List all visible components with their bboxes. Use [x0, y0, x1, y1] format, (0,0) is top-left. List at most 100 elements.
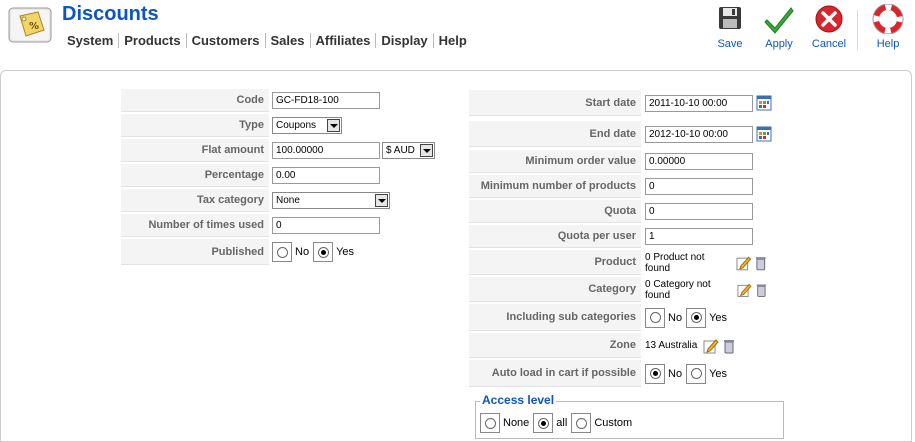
code-row: Code GC-FD18-100 [121, 89, 451, 112]
cancel-button[interactable]: Cancel [804, 4, 854, 50]
access-custom-radio[interactable] [571, 413, 592, 433]
calendar-icon[interactable] [756, 95, 772, 111]
quota-input[interactable]: 0 [645, 203, 753, 220]
header-bar: % Discounts System Products Customers Sa… [0, 0, 915, 62]
product-label: Product [469, 250, 641, 275]
access-all-label: all [556, 417, 568, 429]
apply-button[interactable]: Apply [754, 4, 804, 50]
times-used-row: Number of times used 0 [121, 214, 451, 237]
published-yes-label: Yes [336, 246, 355, 258]
dropdown-arrow-icon [375, 194, 388, 207]
quota-row: Quota 0 [469, 200, 769, 223]
min-order-row: Minimum order value 0.00000 [469, 150, 769, 173]
trash-icon[interactable] [753, 255, 769, 271]
sub-categories-yes-radio[interactable] [686, 307, 707, 328]
access-level-fieldset: Access level None all Custom [475, 393, 784, 439]
save-button[interactable]: Save [705, 4, 755, 50]
access-none-label: None [503, 417, 530, 429]
tax-category-row: Tax category None [121, 189, 451, 212]
product-value: 0 Product not found [645, 251, 705, 274]
published-yes-radio[interactable] [313, 242, 334, 262]
quota-per-user-input[interactable]: 1 [645, 228, 753, 245]
edit-icon[interactable] [703, 338, 719, 354]
end-date-label: End date [469, 121, 641, 147]
quota-per-user-label: Quota per user [469, 225, 641, 248]
sub-categories-yes-label: Yes [709, 311, 728, 324]
auto-load-yes-radio[interactable] [686, 363, 707, 384]
toolbar-divider [857, 10, 858, 50]
checkmark-icon [764, 7, 794, 34]
min-products-label: Minimum number of products [469, 175, 641, 198]
trash-icon[interactable] [754, 282, 769, 298]
code-input[interactable]: GC-FD18-100 [272, 92, 380, 109]
lifebuoy-icon [872, 4, 904, 34]
calendar-icon[interactable] [756, 126, 772, 142]
currency-select[interactable]: $ AUD [382, 142, 435, 159]
cancel-label: Cancel [811, 38, 847, 50]
dropdown-arrow-icon [327, 119, 340, 132]
percentage-row: Percentage 0.00 [121, 164, 451, 187]
code-label: Code [121, 89, 269, 112]
flat-amount-row: Flat amount 100.00000 $ AUD [121, 139, 451, 162]
apply-label: Apply [765, 38, 793, 50]
zone-value: 13 Australia [645, 340, 698, 351]
type-select[interactable]: Coupons [272, 117, 342, 134]
min-products-input[interactable]: 0 [645, 178, 753, 195]
dropdown-arrow-icon [420, 144, 433, 157]
help-label: Help [876, 38, 900, 50]
tax-category-select[interactable]: None [272, 192, 390, 209]
access-all-radio[interactable] [533, 413, 554, 433]
save-label: Save [717, 38, 743, 50]
start-date-input[interactable]: 2011-10-10 00:00 [645, 94, 753, 112]
published-no-radio[interactable] [272, 242, 292, 262]
content-panel: Code GC-FD18-100 Type Coupons Flat amoun… [0, 70, 912, 442]
times-used-label: Number of times used [121, 214, 269, 237]
end-date-input[interactable]: 2012-10-10 00:00 [645, 125, 753, 143]
times-used-input[interactable]: 0 [272, 217, 380, 234]
access-level-legend: Access level [480, 393, 557, 407]
end-date-row: End date 2012-10-10 00:00 [469, 121, 772, 147]
access-none-radio[interactable] [480, 413, 500, 433]
zone-label: Zone [469, 333, 641, 358]
access-custom-label: Custom [594, 417, 633, 429]
tax-category-value: None [276, 195, 300, 206]
min-order-label: Minimum order value [469, 150, 641, 173]
floppy-disk-icon [719, 7, 741, 29]
category-label: Category [469, 277, 641, 302]
toolbar: Save Apply Cancel Help [0, 4, 915, 60]
quota-label: Quota [469, 200, 641, 223]
help-button[interactable]: Help [863, 4, 913, 50]
min-products-row: Minimum number of products 0 [469, 175, 769, 198]
edit-icon[interactable] [737, 282, 752, 298]
zone-row: Zone 13 Australia [469, 333, 769, 358]
currency-value: $ AUD [386, 145, 415, 156]
type-row: Type Coupons [121, 114, 451, 137]
sub-categories-no-label: No [668, 311, 683, 324]
sub-categories-row: Including sub categories No Yes [469, 304, 769, 331]
percentage-input[interactable]: 0.00 [272, 167, 380, 184]
product-row: Product 0 Product not found [469, 250, 769, 275]
flat-amount-label: Flat amount [121, 139, 269, 162]
trash-icon[interactable] [721, 338, 737, 354]
percentage-label: Percentage [121, 164, 269, 187]
sub-categories-no-radio[interactable] [645, 307, 665, 328]
auto-load-no-label: No [668, 367, 683, 380]
category-value: 0 Category not found [645, 278, 711, 301]
sub-categories-label: Including sub categories [469, 304, 641, 331]
type-value: Coupons [276, 120, 317, 131]
published-row: Published No Yes [121, 239, 451, 265]
min-order-input[interactable]: 0.00000 [645, 153, 753, 170]
published-label: Published [121, 239, 269, 265]
auto-load-yes-label: Yes [709, 367, 728, 380]
type-label: Type [121, 114, 269, 137]
auto-load-label: Auto load in cart if possible [469, 360, 641, 387]
start-date-label: Start date [469, 90, 641, 116]
published-no-label: No [295, 246, 310, 258]
cancel-x-icon [815, 5, 843, 33]
tax-category-label: Tax category [121, 189, 269, 212]
edit-icon[interactable] [736, 255, 752, 271]
auto-load-no-radio[interactable] [645, 363, 665, 384]
flat-amount-input[interactable]: 100.00000 [272, 142, 380, 159]
category-row: Category 0 Category not found [469, 277, 769, 302]
quota-per-user-row: Quota per user 1 [469, 225, 769, 248]
